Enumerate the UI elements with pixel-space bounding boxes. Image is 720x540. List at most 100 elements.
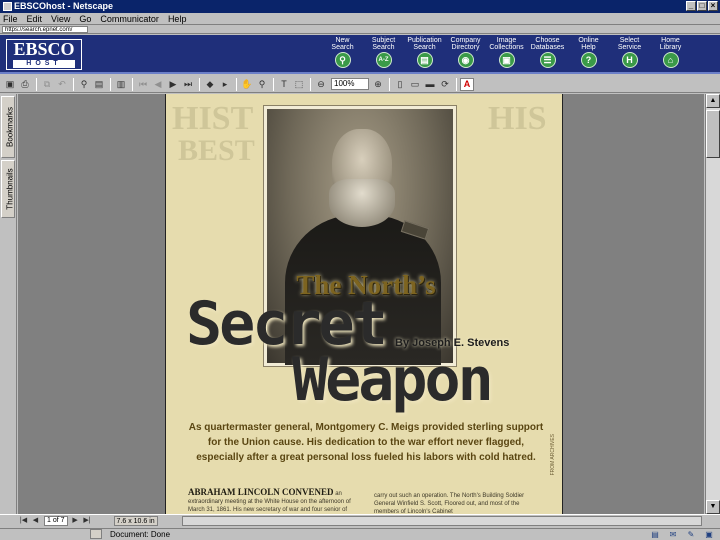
security-icon[interactable] [90, 529, 102, 539]
background-text: BEST [178, 134, 255, 167]
undo-icon[interactable]: ↶ [55, 78, 69, 91]
first-page-button[interactable]: |◀ [18, 516, 29, 526]
pdf-page: HIST HIS BEST The North’s Secret By Jose… [165, 94, 563, 514]
toolbar-divider [310, 77, 311, 91]
tab-bookmarks[interactable]: Bookmarks [1, 96, 15, 158]
menu-bar: File Edit View Go Communicator Help [0, 13, 720, 25]
toolbar-divider [36, 77, 37, 91]
logo-subtext: HOST [13, 60, 75, 68]
zoom-in-icon[interactable]: ⊕ [371, 78, 385, 91]
scroll-thumb[interactable] [706, 110, 720, 158]
menu-go[interactable]: Go [79, 13, 91, 24]
online-help-button[interactable]: Online Help ? [568, 37, 609, 68]
acrobat-icon[interactable]: A [460, 77, 474, 91]
netscape-icon [3, 2, 12, 11]
bookmark-pane-icon[interactable]: ▥ [114, 78, 128, 91]
go-back-icon[interactable]: ◆ [203, 78, 217, 91]
ebsco-nav: New Search ⚲ Subject Search A-Z Publicat… [322, 37, 691, 68]
text-select-icon[interactable]: T [277, 78, 291, 91]
menu-help[interactable]: Help [168, 13, 187, 24]
addressbook-icon[interactable]: ▣ [702, 529, 716, 539]
previous-page-icon[interactable]: ◀ [151, 78, 165, 91]
copy-icon[interactable]: ⧉ [40, 78, 54, 91]
title-bar: EBSCOhost - Netscape _ □ × [0, 0, 720, 13]
toolbar-divider [389, 77, 390, 91]
new-search-button[interactable]: New Search ⚲ [322, 37, 363, 68]
body-column-left: ABRAHAM LINCOLN CONVENED an extraordinar… [188, 488, 364, 514]
zoom-tool-icon[interactable]: ⚲ [255, 78, 269, 91]
select-service-button[interactable]: Select Service H [609, 37, 650, 68]
tab-thumbnails[interactable]: Thumbnails [1, 160, 15, 218]
location-field[interactable]: https://search.epnet.com/ [2, 26, 88, 33]
directory-icon: ◉ [457, 52, 474, 68]
last-page-icon[interactable]: ⏭ [181, 78, 195, 91]
horizontal-scrollbar[interactable] [182, 516, 702, 526]
menu-edit[interactable]: Edit [27, 13, 43, 24]
save-icon[interactable]: ▣ [3, 78, 17, 91]
background-text: HIST [172, 100, 254, 137]
maximize-button[interactable]: □ [697, 1, 707, 11]
close-button[interactable]: × [708, 1, 718, 11]
actual-size-icon[interactable]: ▯ [393, 78, 407, 91]
publication-search-button[interactable]: Publication Search ▤ [404, 37, 445, 68]
library-icon: ⌂ [662, 52, 679, 68]
menu-file[interactable]: File [3, 13, 18, 24]
zoom-field[interactable]: 100% [331, 78, 369, 90]
nav-label: Select Service [617, 37, 642, 51]
home-library-button[interactable]: Home Library ⌂ [650, 37, 691, 68]
background-text: HIS [488, 100, 547, 137]
minimize-button[interactable]: _ [686, 1, 696, 11]
fit-width-icon[interactable]: ▬ [423, 78, 437, 91]
nav-label: Company Directory [450, 37, 481, 51]
book-icon: ▤ [416, 52, 433, 68]
first-page-icon[interactable]: ⏮ [136, 78, 150, 91]
nav-label: Image Collections [489, 37, 524, 51]
navigation-pane-tabs: Bookmarks Thumbnails [0, 94, 17, 514]
image-collections-button[interactable]: Image Collections ▣ [486, 37, 527, 68]
zoom-out-icon[interactable]: ⊖ [314, 78, 328, 91]
hand-tool-icon[interactable]: ✋ [240, 78, 254, 91]
toolbar-divider [199, 77, 200, 91]
subject-search-button[interactable]: Subject Search A-Z [363, 37, 404, 68]
nav-label: Subject Search [371, 37, 396, 51]
rotate-icon[interactable]: ⟳ [438, 78, 452, 91]
scroll-up-button[interactable]: ▲ [706, 94, 720, 108]
scroll-down-button[interactable]: ▼ [706, 500, 720, 514]
next-page-button[interactable]: ▶ [70, 516, 81, 526]
previous-page-button[interactable]: ◀ [30, 516, 41, 526]
vertical-scrollbar[interactable]: ▲ ▼ [705, 94, 720, 514]
photo-credit: FROM ARCHIVES [550, 434, 556, 476]
page-number-field[interactable]: 1 of 7 [44, 516, 68, 526]
composer-icon[interactable]: ✎ [684, 529, 698, 539]
tab-thumbnails-label: Thumbnails [5, 168, 15, 210]
acrobat-toolbar: ▣ ⎙ ⧉ ↶ ⚲ ▤ ▥ ⏮ ◀ ▶ ⏭ ◆ ▸ ✋ ⚲ T ⬚ ⊖ 100%… [0, 76, 720, 93]
ebsco-header: EBSCO HOST New Search ⚲ Subject Search A… [0, 35, 720, 74]
component-bar: ▤ ✉ ✎ ▣ [648, 529, 716, 539]
nav-label: New Search [331, 37, 354, 51]
go-forward-icon[interactable]: ▸ [218, 78, 232, 91]
print-icon[interactable]: ⎙ [18, 78, 32, 91]
select-text-icon[interactable]: ▤ [92, 78, 106, 91]
next-page-icon[interactable]: ▶ [166, 78, 180, 91]
page-size-display[interactable]: 7.6 x 10.6 in [113, 516, 158, 526]
toolbar-divider [273, 77, 274, 91]
article-deck: As quartermaster general, Montgomery C. … [188, 422, 544, 463]
toolbar-divider [132, 77, 133, 91]
nav-label: Online Help [578, 37, 599, 51]
menu-communicator[interactable]: Communicator [100, 13, 159, 24]
image-icon: ▣ [498, 52, 515, 68]
navigator-icon[interactable]: ▤ [648, 529, 662, 539]
ebsco-logo[interactable]: EBSCO HOST [6, 39, 82, 70]
last-page-button[interactable]: ▶| [82, 516, 93, 526]
nav-label: Publication Search [407, 37, 442, 51]
toolbar-divider [110, 77, 111, 91]
menu-view[interactable]: View [51, 13, 70, 24]
mail-icon[interactable]: ✉ [666, 529, 680, 539]
choose-databases-button[interactable]: Choose Databases ☰ [527, 37, 568, 68]
company-directory-button[interactable]: Company Directory ◉ [445, 37, 486, 68]
browser-window: EBSCOhost - Netscape _ □ × File Edit Vie… [0, 0, 720, 540]
document-view[interactable]: HIST HIS BEST The North’s Secret By Jose… [18, 94, 704, 514]
fit-page-icon[interactable]: ▭ [408, 78, 422, 91]
graphics-select-icon[interactable]: ⬚ [292, 78, 306, 91]
find-icon[interactable]: ⚲ [77, 78, 91, 91]
